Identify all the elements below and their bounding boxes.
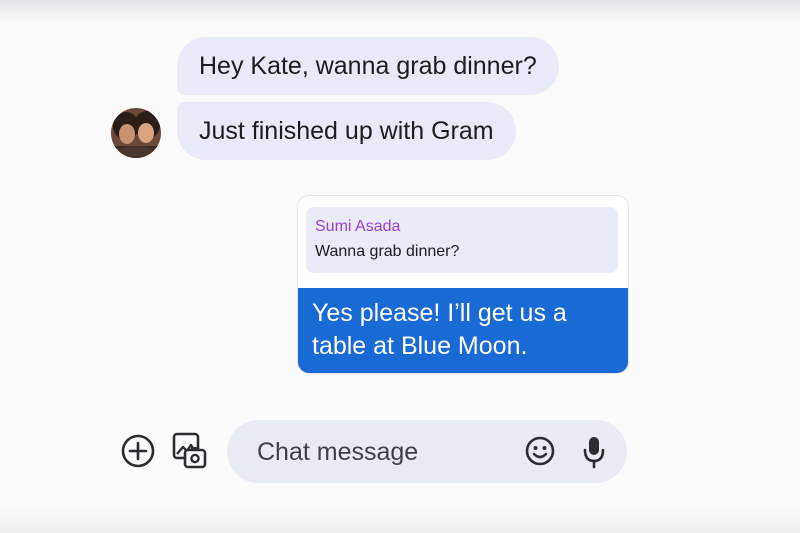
message-text: Hey Kate, wanna grab dinner? [199,52,537,80]
emoji-button[interactable] [523,434,557,468]
add-icon [121,434,155,468]
gallery-button[interactable] [170,430,210,472]
outgoing-message-body: Yes please! I’ll get us a table at Blue … [298,288,628,373]
incoming-message[interactable]: Hey Kate, wanna grab dinner? [177,37,559,95]
top-edge [0,0,800,22]
chat-message-input[interactable]: Chat message [227,420,627,483]
microphone-icon [583,437,605,469]
message-text: Yes please! I’ll get us a table at Blue … [312,299,567,360]
incoming-message[interactable]: Just finished up with Gram [177,102,516,160]
quoted-sender-name: Sumi Asada [315,218,401,235]
quoted-message-text: Wanna grab dinner? [315,243,460,260]
quoted-message[interactable]: Sumi Asada Wanna grab dinner? [306,207,618,273]
emoji-icon [525,436,555,466]
outgoing-reply-message[interactable]: Sumi Asada Wanna grab dinner? Yes please… [297,195,629,374]
avatar[interactable] [111,108,161,158]
gallery-icon [172,432,207,469]
avatar-photo [111,108,161,158]
bottom-edge [0,505,800,533]
message-text: Just finished up with Gram [199,117,494,145]
voice-input-button[interactable] [579,433,609,471]
chat-message-placeholder[interactable]: Chat message [257,437,418,467]
add-attachment-button[interactable] [118,431,158,471]
